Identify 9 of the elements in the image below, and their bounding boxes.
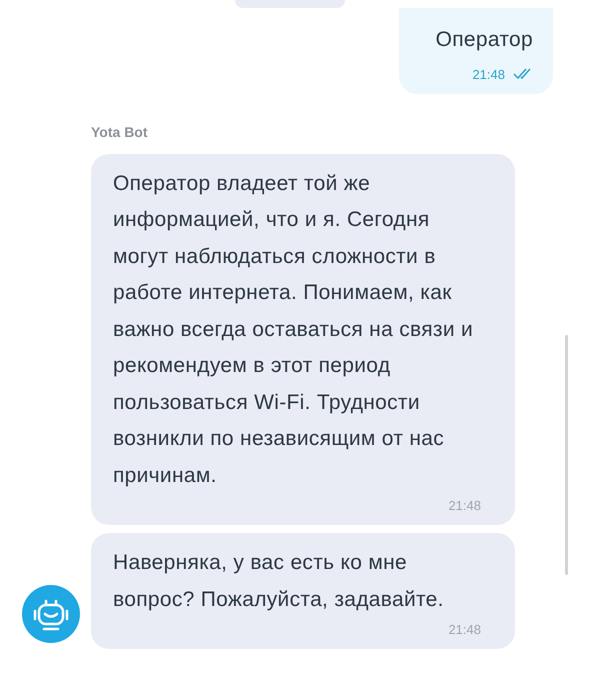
message-time: 21:48: [472, 66, 505, 82]
scrollbar[interactable]: [565, 335, 568, 575]
message-time: 21:48: [448, 622, 481, 637]
message-text: Наверняка, у вас есть ко мне вопрос? Пожалуйста, задавайте.: [113, 550, 445, 612]
sender-name: Yota Bot: [91, 124, 149, 140]
message-text: Оператор: [436, 27, 533, 53]
message-time: 21:48: [448, 498, 481, 513]
double-check-icon: [513, 68, 533, 80]
message-text: Оператор владеет той же информацией, что и я. Сегодня могут наблюдаться сложности в работе интернета. Понимаем, как важно всегда оставаться на связи и рекомендуем в этот период пользоваться Wi-Fi. Трудности возникли по независящим от нас причинам.: [113, 170, 474, 488]
